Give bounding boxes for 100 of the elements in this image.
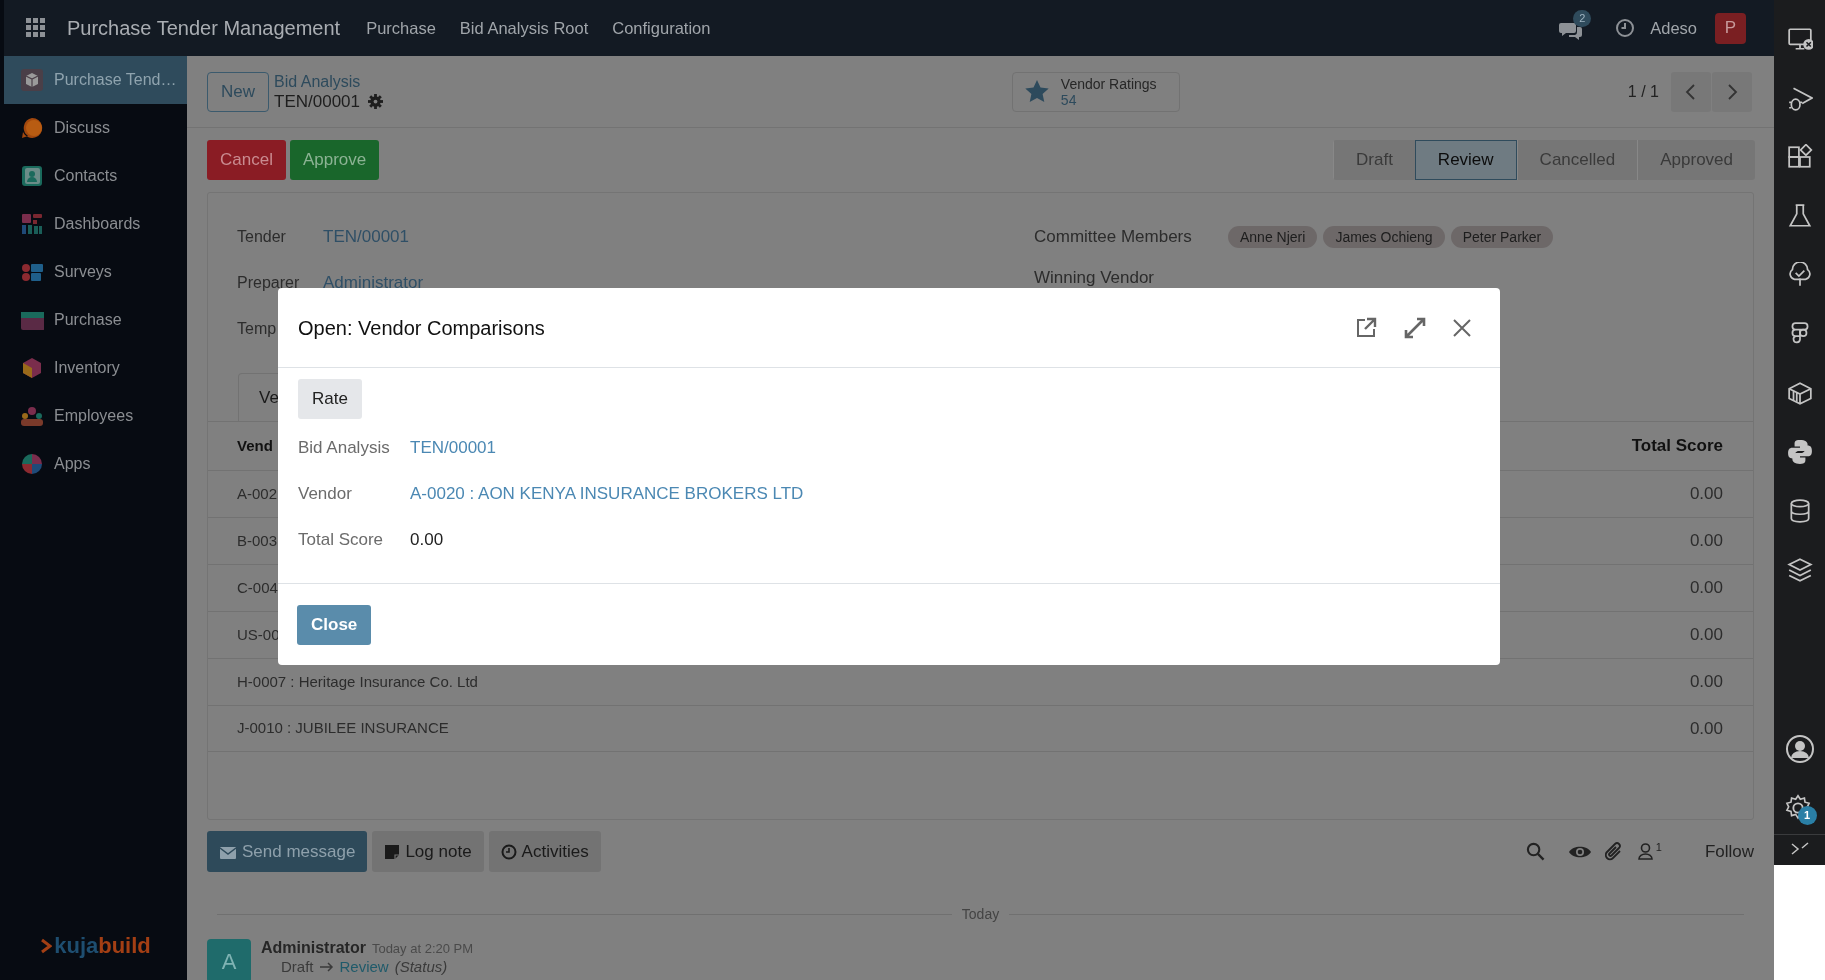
pager-text: 1 / 1 [1627, 81, 1659, 102]
sidebar-item[interactable]: Apps [4, 440, 187, 488]
python-icon[interactable] [1786, 439, 1813, 465]
sidebar-item[interactable]: Dashboards [4, 200, 187, 248]
app-icon [20, 404, 44, 428]
monitor-icon[interactable] [1786, 26, 1813, 52]
field-label: Total Score [298, 529, 385, 552]
previous-icon[interactable] [1671, 71, 1711, 112]
company-name[interactable]: Adeso [1650, 15, 1697, 41]
app-icon [20, 356, 44, 380]
chat-icon[interactable] [1559, 20, 1584, 40]
layers-icon[interactable] [1786, 557, 1813, 583]
app-icon [20, 68, 44, 92]
field-link[interactable]: TEN/00001 [323, 224, 409, 250]
settings-icon[interactable] [368, 94, 383, 109]
menu-item[interactable]: Purchase [366, 15, 436, 41]
table-cell-text: 0.00 [1689, 717, 1723, 740]
table-cell-text: H-0007 : Heritage Insurance Co. Ltd [237, 671, 478, 692]
field-label: Winning Vendor [1034, 267, 1155, 290]
table-cell-text: J-0010 : JUBILEE INSURANCE [237, 718, 449, 739]
field-label: Vendor [298, 483, 353, 506]
clock-icon[interactable] [1615, 18, 1636, 38]
dialog-title: Open: Vendor Comparisons [298, 315, 545, 341]
sidebar-item[interactable]: Discuss [4, 104, 187, 152]
table-cell-text: A-002 [237, 483, 278, 504]
field-link[interactable]: TEN/00001 [410, 435, 496, 461]
menu-item[interactable]: Bid Analysis Root [459, 15, 589, 41]
external-link-icon[interactable] [1354, 315, 1378, 340]
column-header: Vend [237, 435, 273, 456]
table-cell-text: 0.00 [1689, 624, 1723, 647]
flask-icon[interactable] [1786, 203, 1813, 229]
action-button[interactable]: Cancel [207, 140, 286, 180]
menu-item[interactable]: Configuration [612, 15, 711, 41]
brand-logo: kujabuild [4, 929, 187, 980]
follow-link[interactable]: Follow [1704, 838, 1754, 865]
chatter-button[interactable]: Log note [372, 831, 484, 872]
field-label: Committee Members [1034, 226, 1193, 249]
status-step[interactable]: Draft [1333, 140, 1415, 180]
app-title[interactable]: Purchase Tender Management [67, 13, 341, 43]
app-grid-icon[interactable] [26, 18, 46, 38]
field-link[interactable]: A-0020 : AON KENYA INSURANCE BROKERS LTD [410, 481, 804, 507]
field-name: (Status) [394, 958, 448, 976]
sidebar-item[interactable]: Purchase Tend… [4, 56, 187, 104]
clock-icon [500, 843, 517, 860]
table-cell-text: 0.00 [1689, 483, 1723, 506]
table-cell-text: 0.00 [1689, 530, 1723, 553]
author-avatar: A [207, 939, 251, 980]
table-cell-text: 0.00 [1689, 671, 1723, 694]
table-cell-text: 0.00 [1689, 577, 1723, 600]
field-label: Bid Analysis [298, 437, 391, 460]
search-icon[interactable] [1525, 842, 1545, 861]
date-separator: Today [961, 905, 1000, 924]
status-step[interactable]: Review [1414, 140, 1517, 180]
arrow-icon [319, 962, 334, 972]
record-name: TEN/00001 [274, 91, 360, 112]
old-value: Draft [281, 958, 314, 976]
app-icon [20, 212, 44, 236]
status-step[interactable]: Cancelled [1516, 140, 1638, 180]
member-tag: Anne Njeri [1228, 226, 1318, 248]
action-button[interactable]: Approve [289, 140, 380, 180]
chatter-button[interactable]: Activities [488, 831, 601, 872]
app-icon [20, 164, 44, 188]
sidebar-item[interactable]: Surveys [4, 248, 187, 296]
table-cell-text: B-003 [237, 530, 278, 551]
next-icon[interactable] [1712, 71, 1752, 112]
field-label: Preparer [237, 274, 300, 291]
sidebar-item[interactable]: Employees [4, 392, 187, 440]
table-cell-text: US-00 [237, 624, 280, 645]
rate-button[interactable]: Rate [298, 379, 362, 419]
new-value: Review [339, 958, 389, 976]
user-icon[interactable] [1784, 734, 1815, 764]
settings-icon[interactable] [1783, 794, 1812, 822]
app-icon [20, 116, 44, 140]
bug-play-icon[interactable] [1786, 85, 1813, 111]
paperclip-icon[interactable] [1604, 841, 1623, 862]
star-icon [1024, 80, 1049, 103]
member-tag: James Ochieng [1323, 226, 1445, 248]
table-cell-text: C-004 [237, 577, 278, 598]
note-icon [384, 843, 401, 860]
breadcrumb-link[interactable]: Bid Analysis [274, 71, 383, 92]
box-icon[interactable] [1786, 380, 1813, 406]
expand-icon[interactable] [1404, 316, 1426, 339]
close-icon[interactable] [1452, 317, 1472, 338]
followers-button[interactable]: 1 [1637, 843, 1662, 860]
new-button[interactable]: New [207, 71, 269, 112]
status-step[interactable]: Approved [1637, 140, 1755, 180]
puzzle-icon[interactable] [1786, 144, 1813, 170]
field-label: Temp [237, 320, 277, 337]
sidebar-item[interactable]: Inventory [4, 344, 187, 392]
person-icon [1637, 843, 1653, 860]
sidebar-item[interactable]: Purchase [4, 296, 187, 344]
close-button[interactable]: Close [297, 604, 372, 645]
collapse-icon[interactable] [1790, 841, 1809, 857]
tree-icon[interactable] [1786, 262, 1813, 288]
chatter-button[interactable]: Send message [207, 831, 368, 872]
user-avatar[interactable]: P [1715, 12, 1746, 44]
sidebar-item[interactable]: Contacts [4, 152, 187, 200]
author-name: Administrator [261, 939, 366, 957]
vendor-ratings-button[interactable]: Vendor Ratings 54 [1011, 71, 1180, 112]
member-tag: Peter Parker [1450, 226, 1554, 248]
